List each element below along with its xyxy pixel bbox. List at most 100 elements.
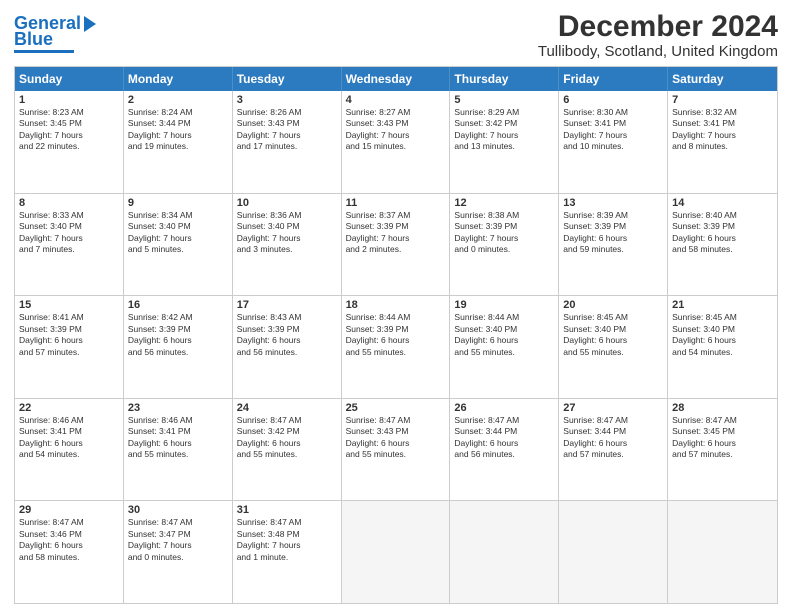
day-info: Sunrise: 8:47 AMSunset: 3:44 PMDaylight:… bbox=[454, 415, 554, 461]
table-row: 3Sunrise: 8:26 AMSunset: 3:43 PMDaylight… bbox=[233, 91, 342, 193]
day-number: 3 bbox=[237, 94, 337, 106]
day-info: Sunrise: 8:29 AMSunset: 3:42 PMDaylight:… bbox=[454, 107, 554, 153]
calendar-row: 15Sunrise: 8:41 AMSunset: 3:39 PMDayligh… bbox=[15, 295, 777, 398]
day-number: 22 bbox=[19, 402, 119, 414]
day-number: 8 bbox=[19, 197, 119, 209]
day-info: Sunrise: 8:24 AMSunset: 3:44 PMDaylight:… bbox=[128, 107, 228, 153]
day-number: 6 bbox=[563, 94, 663, 106]
table-row: 12Sunrise: 8:38 AMSunset: 3:39 PMDayligh… bbox=[450, 194, 559, 296]
table-row: 14Sunrise: 8:40 AMSunset: 3:39 PMDayligh… bbox=[668, 194, 777, 296]
day-info: Sunrise: 8:45 AMSunset: 3:40 PMDaylight:… bbox=[672, 312, 773, 358]
day-number: 13 bbox=[563, 197, 663, 209]
location-title: Tullibody, Scotland, United Kingdom bbox=[538, 43, 778, 60]
table-row: 29Sunrise: 8:47 AMSunset: 3:46 PMDayligh… bbox=[15, 501, 124, 603]
day-info: Sunrise: 8:42 AMSunset: 3:39 PMDaylight:… bbox=[128, 312, 228, 358]
day-number: 4 bbox=[346, 94, 446, 106]
day-info: Sunrise: 8:47 AMSunset: 3:45 PMDaylight:… bbox=[672, 415, 773, 461]
day-number: 11 bbox=[346, 197, 446, 209]
day-number: 19 bbox=[454, 299, 554, 311]
day-info: Sunrise: 8:32 AMSunset: 3:41 PMDaylight:… bbox=[672, 107, 773, 153]
table-row: 9Sunrise: 8:34 AMSunset: 3:40 PMDaylight… bbox=[124, 194, 233, 296]
calendar: SundayMondayTuesdayWednesdayThursdayFrid… bbox=[14, 66, 778, 604]
table-row: 2Sunrise: 8:24 AMSunset: 3:44 PMDaylight… bbox=[124, 91, 233, 193]
day-number: 10 bbox=[237, 197, 337, 209]
cal-header-cell: Thursday bbox=[450, 67, 559, 91]
day-info: Sunrise: 8:47 AMSunset: 3:44 PMDaylight:… bbox=[563, 415, 663, 461]
day-info: Sunrise: 8:47 AMSunset: 3:47 PMDaylight:… bbox=[128, 517, 228, 563]
title-block: December 2024 Tullibody, Scotland, Unite… bbox=[538, 10, 778, 60]
table-row: 4Sunrise: 8:27 AMSunset: 3:43 PMDaylight… bbox=[342, 91, 451, 193]
table-row: 20Sunrise: 8:45 AMSunset: 3:40 PMDayligh… bbox=[559, 296, 668, 398]
day-number: 2 bbox=[128, 94, 228, 106]
table-row: 25Sunrise: 8:47 AMSunset: 3:43 PMDayligh… bbox=[342, 399, 451, 501]
day-number: 20 bbox=[563, 299, 663, 311]
day-info: Sunrise: 8:44 AMSunset: 3:40 PMDaylight:… bbox=[454, 312, 554, 358]
day-number: 16 bbox=[128, 299, 228, 311]
day-number: 14 bbox=[672, 197, 773, 209]
calendar-row: 1Sunrise: 8:23 AMSunset: 3:45 PMDaylight… bbox=[15, 91, 777, 193]
logo-underline bbox=[14, 50, 74, 53]
table-row: 6Sunrise: 8:30 AMSunset: 3:41 PMDaylight… bbox=[559, 91, 668, 193]
day-number: 29 bbox=[19, 504, 119, 516]
day-number: 9 bbox=[128, 197, 228, 209]
calendar-header: SundayMondayTuesdayWednesdayThursdayFrid… bbox=[15, 67, 777, 91]
table-row: 15Sunrise: 8:41 AMSunset: 3:39 PMDayligh… bbox=[15, 296, 124, 398]
logo: General Blue bbox=[14, 14, 96, 53]
day-number: 31 bbox=[237, 504, 337, 516]
day-info: Sunrise: 8:37 AMSunset: 3:39 PMDaylight:… bbox=[346, 210, 446, 256]
day-info: Sunrise: 8:47 AMSunset: 3:46 PMDaylight:… bbox=[19, 517, 119, 563]
table-row: 24Sunrise: 8:47 AMSunset: 3:42 PMDayligh… bbox=[233, 399, 342, 501]
table-row: 5Sunrise: 8:29 AMSunset: 3:42 PMDaylight… bbox=[450, 91, 559, 193]
page: General Blue December 2024 Tullibody, Sc… bbox=[0, 0, 792, 612]
calendar-row: 29Sunrise: 8:47 AMSunset: 3:46 PMDayligh… bbox=[15, 500, 777, 603]
day-info: Sunrise: 8:40 AMSunset: 3:39 PMDaylight:… bbox=[672, 210, 773, 256]
day-info: Sunrise: 8:23 AMSunset: 3:45 PMDaylight:… bbox=[19, 107, 119, 153]
day-number: 25 bbox=[346, 402, 446, 414]
cal-header-cell: Monday bbox=[124, 67, 233, 91]
day-info: Sunrise: 8:39 AMSunset: 3:39 PMDaylight:… bbox=[563, 210, 663, 256]
table-row: 28Sunrise: 8:47 AMSunset: 3:45 PMDayligh… bbox=[668, 399, 777, 501]
day-number: 26 bbox=[454, 402, 554, 414]
day-number: 23 bbox=[128, 402, 228, 414]
header: General Blue December 2024 Tullibody, Sc… bbox=[14, 10, 778, 60]
day-info: Sunrise: 8:41 AMSunset: 3:39 PMDaylight:… bbox=[19, 312, 119, 358]
table-row: 22Sunrise: 8:46 AMSunset: 3:41 PMDayligh… bbox=[15, 399, 124, 501]
calendar-row: 22Sunrise: 8:46 AMSunset: 3:41 PMDayligh… bbox=[15, 398, 777, 501]
table-row: 8Sunrise: 8:33 AMSunset: 3:40 PMDaylight… bbox=[15, 194, 124, 296]
day-info: Sunrise: 8:38 AMSunset: 3:39 PMDaylight:… bbox=[454, 210, 554, 256]
day-info: Sunrise: 8:26 AMSunset: 3:43 PMDaylight:… bbox=[237, 107, 337, 153]
table-row: 26Sunrise: 8:47 AMSunset: 3:44 PMDayligh… bbox=[450, 399, 559, 501]
table-row: 16Sunrise: 8:42 AMSunset: 3:39 PMDayligh… bbox=[124, 296, 233, 398]
day-info: Sunrise: 8:47 AMSunset: 3:48 PMDaylight:… bbox=[237, 517, 337, 563]
day-info: Sunrise: 8:46 AMSunset: 3:41 PMDaylight:… bbox=[19, 415, 119, 461]
table-row: 19Sunrise: 8:44 AMSunset: 3:40 PMDayligh… bbox=[450, 296, 559, 398]
cal-header-cell: Wednesday bbox=[342, 67, 451, 91]
day-info: Sunrise: 8:27 AMSunset: 3:43 PMDaylight:… bbox=[346, 107, 446, 153]
logo-arrow-icon bbox=[84, 16, 96, 32]
table-row: 1Sunrise: 8:23 AMSunset: 3:45 PMDaylight… bbox=[15, 91, 124, 193]
table-row: 30Sunrise: 8:47 AMSunset: 3:47 PMDayligh… bbox=[124, 501, 233, 603]
table-row: 10Sunrise: 8:36 AMSunset: 3:40 PMDayligh… bbox=[233, 194, 342, 296]
table-row bbox=[450, 501, 559, 603]
day-info: Sunrise: 8:46 AMSunset: 3:41 PMDaylight:… bbox=[128, 415, 228, 461]
day-number: 5 bbox=[454, 94, 554, 106]
day-info: Sunrise: 8:45 AMSunset: 3:40 PMDaylight:… bbox=[563, 312, 663, 358]
table-row: 7Sunrise: 8:32 AMSunset: 3:41 PMDaylight… bbox=[668, 91, 777, 193]
day-number: 30 bbox=[128, 504, 228, 516]
table-row: 23Sunrise: 8:46 AMSunset: 3:41 PMDayligh… bbox=[124, 399, 233, 501]
day-info: Sunrise: 8:30 AMSunset: 3:41 PMDaylight:… bbox=[563, 107, 663, 153]
day-number: 24 bbox=[237, 402, 337, 414]
table-row bbox=[559, 501, 668, 603]
day-number: 12 bbox=[454, 197, 554, 209]
month-title: December 2024 bbox=[538, 10, 778, 43]
day-number: 15 bbox=[19, 299, 119, 311]
day-info: Sunrise: 8:34 AMSunset: 3:40 PMDaylight:… bbox=[128, 210, 228, 256]
day-info: Sunrise: 8:33 AMSunset: 3:40 PMDaylight:… bbox=[19, 210, 119, 256]
table-row: 21Sunrise: 8:45 AMSunset: 3:40 PMDayligh… bbox=[668, 296, 777, 398]
day-number: 1 bbox=[19, 94, 119, 106]
day-info: Sunrise: 8:43 AMSunset: 3:39 PMDaylight:… bbox=[237, 312, 337, 358]
day-info: Sunrise: 8:47 AMSunset: 3:43 PMDaylight:… bbox=[346, 415, 446, 461]
table-row: 11Sunrise: 8:37 AMSunset: 3:39 PMDayligh… bbox=[342, 194, 451, 296]
day-info: Sunrise: 8:44 AMSunset: 3:39 PMDaylight:… bbox=[346, 312, 446, 358]
cal-header-cell: Saturday bbox=[668, 67, 777, 91]
